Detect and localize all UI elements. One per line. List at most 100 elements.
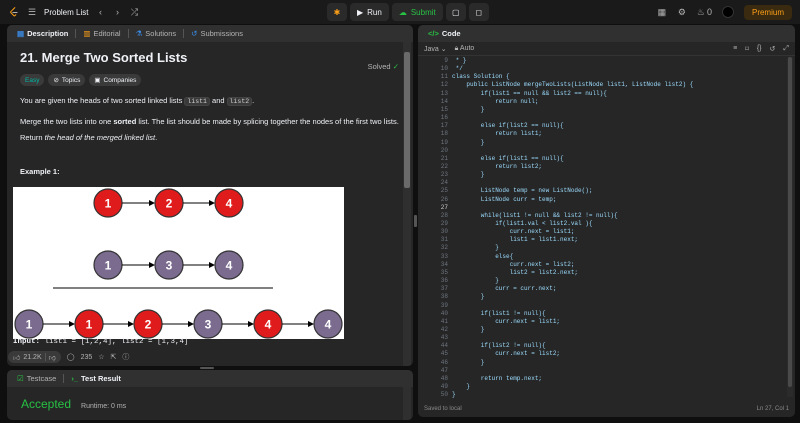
code-line[interactable]: 20 [418,147,783,155]
code-editor[interactable]: 9 * } 10 */11 class Solution {12 public Li… [418,57,793,417]
language-select[interactable]: Java ⌄ [424,45,447,53]
code-line[interactable]: 35 list2 = list2.next; [418,269,783,277]
run-button[interactable]: ▶ Run [350,3,389,21]
streak-counter[interactable]: ♨ 0 [697,7,712,18]
topics-pill[interactable]: ⊘ Topics [48,74,86,86]
code-tabbar: </> Code [418,25,795,42]
problem-list-icon[interactable]: ☰ [27,7,37,17]
code-line[interactable]: 40 if(list1 != null){ [418,310,783,318]
discussion-button[interactable]: ◻ [468,3,489,21]
code-line[interactable]: 45 curr.next = list2; [418,350,783,358]
code-line[interactable]: 42 } [418,326,783,334]
test-scrollbar[interactable] [403,387,411,420]
share-icon[interactable]: ⇱ [111,353,117,361]
code-line[interactable]: 46 } [418,359,783,367]
code-line[interactable]: 38 } [418,293,783,301]
tab-test-result[interactable]: ›_ Test Result [67,374,125,383]
code-line[interactable]: 32 } [418,244,783,252]
code-line[interactable]: 34 curr.next = list2; [418,261,783,269]
code-line[interactable]: 11 class Solution { [418,73,783,81]
code-line[interactable]: 14 return null; [418,98,783,106]
code-line[interactable]: 21 else if(list1 == null){ [418,155,783,163]
star-icon[interactable]: ☆ [98,353,104,361]
code-line[interactable]: 39 [418,302,783,310]
layout-icon[interactable]: ▦ [657,7,667,17]
problem-title[interactable]: 21. Merge Two Sorted Lists [20,50,413,65]
line-number: 17 [440,122,448,130]
code-line[interactable]: 28 while(list1 != null && list2 != null)… [418,212,783,220]
shuffle-icon[interactable]: ⤮ [129,7,139,17]
vertical-resize-handle[interactable] [414,215,417,227]
code-line[interactable]: 50} [418,391,783,399]
reset-icon[interactable]: ↺ [770,45,776,53]
code-line[interactable]: 27 [418,204,783,212]
code-line[interactable]: 44 if(list2 != null){ [418,342,783,350]
tab-testcase[interactable]: ☑ Testcase [13,374,60,383]
code-line[interactable]: 13 if(list1 == null && list2 == null){ [418,90,783,98]
tab-submissions[interactable]: ↺ Submissions [187,29,247,38]
code-line[interactable]: 49 } [418,383,783,391]
code-line[interactable]: 37 curr = curr.next; [418,285,783,293]
code-line[interactable]: 41 curr.next = list1; [418,318,783,326]
description-scrollbar[interactable] [403,42,411,366]
editor-scrollbar[interactable] [787,57,793,397]
code-line[interactable]: 10 */ [418,65,783,73]
companies-pill[interactable]: ▣ Companies [89,74,142,86]
code-line[interactable]: 24 [418,179,783,187]
code-line[interactable]: 15 } [418,106,783,114]
difficulty-pill[interactable]: Easy [20,74,45,86]
next-problem-icon[interactable]: › [112,7,122,17]
comment-icon[interactable]: ◯ [67,353,75,361]
problem-list-link[interactable]: Problem List [44,8,88,17]
tab-solutions[interactable]: ⚗ Solutions [132,29,181,38]
code-line[interactable]: 17 else if(list2 == null){ [418,122,783,130]
line-number: 14 [440,97,448,105]
code-line[interactable]: 48 return temp.next; [418,375,783,383]
notes-button[interactable]: ▢ [445,3,466,21]
thumbs-down-icon[interactable]: 👎︎ [49,353,56,362]
expand-icon[interactable]: ⤢ [783,45,789,53]
code-line[interactable]: 31 list1 = list1.next; [418,236,783,244]
avatar[interactable] [721,6,734,18]
code-line[interactable]: 26 ListNode curr = temp; [418,196,783,204]
code-line[interactable]: 19 } [418,139,783,147]
debug-button[interactable]: ✱ [327,3,347,21]
prev-problem-icon[interactable]: ‹ [95,7,105,17]
tab-code[interactable]: </> Code [424,29,465,38]
thumbs-up-icon[interactable]: 👍︎ [13,353,20,362]
like-dislike-group: 👍︎ 21.2K 👎︎ [8,351,61,363]
leetcode-logo[interactable] [8,6,20,18]
code-line[interactable]: 9 * } [418,57,783,65]
code-line[interactable]: 47 [418,367,783,375]
submit-button[interactable]: ☁ Submit [391,3,443,21]
bookmark-icon[interactable]: ⌑ [745,45,749,53]
help-icon[interactable]: ⓘ [122,352,129,362]
code-line[interactable]: 25 ListNode temp = new ListNode(); [418,187,783,195]
editor-scrollbar-thumb[interactable] [788,57,792,387]
line-number: 32 [440,244,448,252]
code-line[interactable]: 36 } [418,277,783,285]
settings-gear-icon[interactable]: ⚙ [677,7,687,17]
premium-button[interactable]: Premium [743,4,792,20]
braces-icon[interactable]: {} [757,45,762,53]
format-icon[interactable]: ≡ [733,45,737,53]
code-line[interactable]: 16 [418,114,783,122]
tab-description[interactable]: ▤ Description [13,29,72,38]
description-scrollbar-thumb[interactable] [404,52,410,188]
auto-mode-toggle[interactable]: 🔒︎ Auto [455,45,475,53]
list-node-value: 4 [226,259,233,273]
paragraph-1: You are given the heads of two sorted li… [20,96,255,106]
list-node-value: 3 [205,318,212,332]
lock-icon: ▣ [94,77,101,84]
tab-editorial[interactable]: ▥ Editorial [79,29,124,38]
code-line[interactable]: 22 return list2; [418,163,783,171]
code-line[interactable]: 18 return list1; [418,130,783,138]
code-line[interactable]: 33 else{ [418,253,783,261]
code-line[interactable]: 29 if(list1.val < list2.val ){ [418,220,783,228]
code-text: } [452,391,456,399]
code-line[interactable]: 43 [418,334,783,342]
code-line[interactable]: 23 } [418,171,783,179]
code-line[interactable]: 12 public ListNode mergeTwoLists(ListNod… [418,81,783,89]
horizontal-resize-handle[interactable] [200,367,214,369]
code-line[interactable]: 30 curr.next = list1; [418,228,783,236]
